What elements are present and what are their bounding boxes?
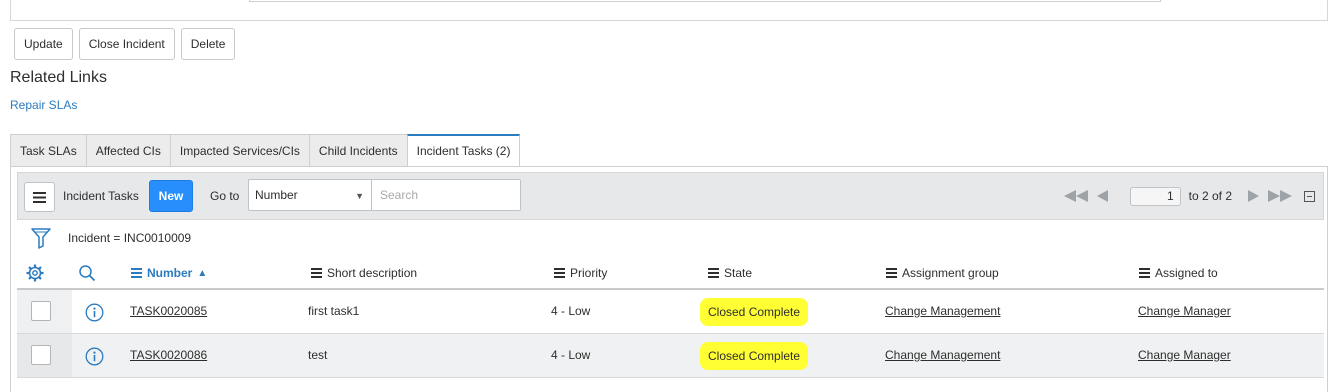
new-button[interactable]: New [149,180,193,212]
column-menu-icon [311,268,322,278]
related-lists-tabs: Task SLAs Affected CIs Impacted Services… [10,134,521,167]
goto-field-value: Number [255,188,298,202]
first-page-icon[interactable] [1063,190,1088,202]
short-description-cell: first task1 [308,304,360,318]
column-label: State [724,266,753,280]
search-icon [79,265,96,282]
column-menu-icon [886,268,897,278]
filter-icon[interactable] [31,227,51,249]
list-menu-button[interactable] [24,182,55,212]
form-text-field[interactable] [249,0,1161,2]
info-icon[interactable] [85,347,104,366]
update-button[interactable]: Update [14,28,73,60]
table-row: TASK0020085 first task1 4 - Low Closed C… [17,290,1324,334]
pagination: to 2 of 2 [1063,186,1315,206]
assignment-group-link[interactable]: Change Management [885,304,1000,318]
list-header-row: Number ▲ Short description Priority Stat… [17,261,1324,289]
priority-cell: 4 - Low [551,348,591,362]
gear-icon [26,264,44,282]
page-range-text: to 2 of 2 [1188,189,1232,203]
column-menu-icon [1139,268,1150,278]
task-number-link[interactable]: TASK0020086 [130,348,207,362]
hamburger-icon [33,191,46,203]
table-row: TASK0020086 test 4 - Low Closed Complete… [17,334,1324,378]
form-action-bar: Update Close Incident Delete [14,28,236,60]
state-cell: Closed Complete [700,342,809,370]
column-label: Assigned to [1155,266,1218,280]
assigned-to-link[interactable]: Change Manager [1138,348,1231,362]
goto-field-select[interactable]: Number ▼ [248,179,372,211]
tab-incident-tasks[interactable]: Incident Tasks (2) [406,134,521,167]
short-description-cell: test [308,348,328,362]
row-checkbox[interactable] [31,301,51,321]
tab-affected-cis[interactable]: Affected CIs [85,134,170,167]
incident-tasks-panel: Incident Tasks New Go to Number ▼ to 2 o… [10,166,1328,392]
column-menu-icon [708,268,719,278]
column-label: Number [147,266,193,280]
state-cell: Closed Complete [700,298,809,326]
close-incident-button[interactable]: Close Incident [78,28,175,60]
prev-page-icon[interactable] [1096,190,1108,202]
column-label: Assignment group [902,266,999,280]
filter-condition-text[interactable]: Incident = INC0010009 [68,231,191,245]
assigned-to-link[interactable]: Change Manager [1138,304,1231,318]
assignment-group-link[interactable]: Change Management [885,348,1000,362]
next-page-icon[interactable] [1248,190,1259,202]
column-header-assignment-group[interactable]: Assignment group [886,266,999,280]
column-menu-icon [554,268,565,278]
list-search-input[interactable] [371,179,521,211]
list-title: Incident Tasks [63,189,139,203]
list-toolbar: Incident Tasks New Go to Number ▼ to 2 o… [17,172,1324,220]
column-search-button[interactable] [78,264,96,282]
row-select-cell [17,334,72,377]
goto-label: Go to [210,189,240,203]
row-select-cell [17,290,72,333]
task-number-link[interactable]: TASK0020085 [130,304,207,318]
tab-task-slas[interactable]: Task SLAs [10,134,86,167]
column-label: Short description [327,266,418,280]
column-header-priority[interactable]: Priority [554,266,607,280]
personalize-list-button[interactable] [26,264,44,282]
repair-slas-link[interactable]: Repair SLAs [10,98,77,112]
row-checkbox[interactable] [31,345,51,365]
delete-button[interactable]: Delete [180,28,236,60]
column-header-number[interactable]: Number ▲ [131,266,207,280]
collapse-icon[interactable] [1304,190,1315,202]
info-icon[interactable] [85,303,104,322]
column-header-assigned-to[interactable]: Assigned to [1139,266,1218,280]
column-header-short-description[interactable]: Short description [311,266,417,280]
page-number-input[interactable] [1129,186,1181,206]
tab-child-incidents[interactable]: Child Incidents [308,134,407,167]
sort-ascending-icon: ▲ [197,267,208,279]
column-label: Priority [570,266,608,280]
column-menu-icon [131,268,142,278]
form-section-frame [10,0,1328,21]
tab-impacted-services[interactable]: Impacted Services/CIs [169,134,309,167]
caret-down-icon: ▼ [355,191,364,201]
last-page-icon[interactable] [1268,190,1292,202]
column-header-state[interactable]: State [708,266,752,280]
filter-breadcrumb: Incident = INC0010009 [31,227,191,249]
related-links-heading: Related Links [10,69,107,86]
priority-cell: 4 - Low [551,304,591,318]
